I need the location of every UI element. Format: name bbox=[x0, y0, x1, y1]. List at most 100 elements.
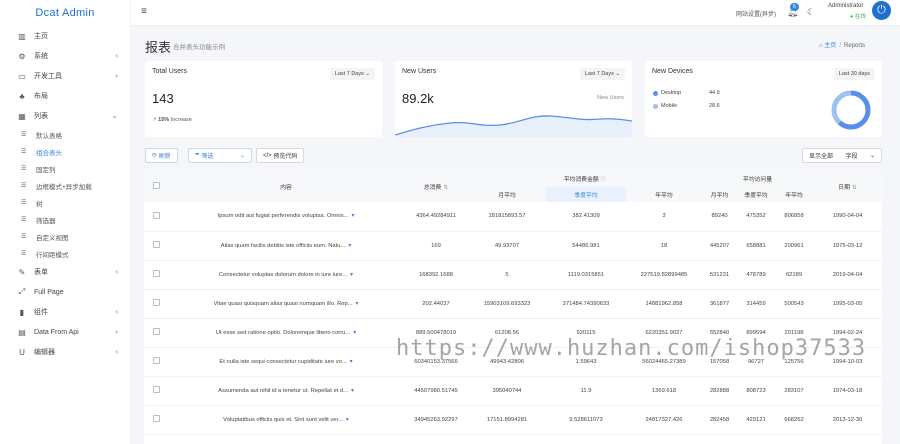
column-selector[interactable]: 显示全部 字段 ⌄ bbox=[802, 148, 882, 163]
cell-q: 382.41309 bbox=[546, 202, 626, 232]
cell-content: Vitae quasi quisquam alias quasi numquam… bbox=[168, 289, 404, 319]
sidebar-item-label: 主页 bbox=[34, 33, 48, 40]
sidebar-item[interactable]: ▦ 列表 ⌄ bbox=[0, 106, 130, 126]
avatar[interactable]: ⏻ bbox=[872, 1, 891, 20]
select-all-checkbox[interactable] bbox=[152, 181, 160, 189]
sidebar-item[interactable]: ♣ 布局 bbox=[0, 86, 130, 106]
expand-icon[interactable]: ▾ bbox=[350, 359, 353, 365]
menu-toggle-icon[interactable]: ≡ bbox=[141, 6, 147, 17]
range-dropdown[interactable]: Last 7 Days ⌄ bbox=[579, 68, 625, 80]
cell-m: 8 bbox=[468, 434, 546, 444]
row-checkbox[interactable] bbox=[152, 415, 160, 422]
table-row[interactable]: Et nulla iste sequi consectetur cupidita… bbox=[144, 347, 882, 377]
expand-icon[interactable]: ▾ bbox=[356, 301, 359, 307]
table-row[interactable]: Ut esse sed ratione optio. Doloremque li… bbox=[144, 318, 882, 348]
sidebar-item[interactable]: U 编辑器 ‹ bbox=[0, 342, 130, 362]
cell-m: 49943.42806 bbox=[468, 347, 546, 377]
refresh-button[interactable]: ⟳ 刷新 bbox=[145, 148, 178, 163]
sort-icon[interactable]: ⇅ bbox=[852, 185, 857, 191]
sidebar-item[interactable]: ⚙ 系统 ‹ bbox=[0, 46, 130, 66]
cell-date: 1995-03-05 bbox=[813, 289, 882, 319]
cell-total: 889.500478019 bbox=[404, 318, 468, 348]
desktop-dot-icon bbox=[653, 90, 658, 96]
chevron-icon: ‹ bbox=[115, 327, 118, 336]
col-avg-month: 月平均 bbox=[468, 187, 546, 202]
table-row[interactable]: Ipsum odit aut fugiat perferendis volupt… bbox=[144, 202, 882, 232]
row-checkbox[interactable] bbox=[152, 270, 160, 277]
cell-vy: 283107 bbox=[775, 376, 814, 406]
cell-q: 54486.981 bbox=[546, 231, 626, 261]
sidebar-item[interactable]: ▥ 主页 bbox=[0, 26, 130, 46]
card-value: 89.2k bbox=[402, 91, 434, 106]
sidebar-subitem[interactable]: ☰ 默认表格 bbox=[0, 126, 130, 143]
brand-logo[interactable]: Dcat Admin bbox=[0, 0, 130, 26]
row-checkbox[interactable] bbox=[152, 357, 160, 364]
row-checkbox[interactable] bbox=[152, 211, 160, 219]
range-dropdown[interactable]: Last 7 Days ⌄ bbox=[329, 68, 375, 80]
sidebar-subitem[interactable]: ☰ 行间距模式 bbox=[0, 245, 130, 262]
cell-y: 3 bbox=[626, 202, 702, 232]
range-label[interactable]: Last 30 days bbox=[833, 68, 875, 80]
sidebar-item[interactable]: ▭ 开发工具 ‹ bbox=[0, 66, 130, 86]
select-all-cell bbox=[144, 170, 168, 202]
cell-y: 227519.82899485 bbox=[626, 260, 702, 290]
editor-icon: U bbox=[19, 347, 25, 357]
filter-icon: ⏷ bbox=[195, 152, 200, 158]
col-date[interactable]: 日期 ⇅ bbox=[813, 170, 882, 202]
expand-icon[interactable]: ▾ bbox=[348, 243, 351, 249]
cell-vy: 62189 bbox=[775, 260, 814, 290]
sidebar-item[interactable]: ▮ 组件 ‹ bbox=[0, 302, 130, 322]
expand-icon[interactable]: ▾ bbox=[350, 272, 353, 278]
row-checkbox[interactable] bbox=[152, 299, 160, 306]
page-subtitle: 合并表头功能示例 bbox=[173, 44, 225, 51]
expand-icon[interactable]: ▾ bbox=[351, 213, 354, 219]
table-row[interactable]: Nesciunt ut dolores est. Quo aut ut adip… bbox=[144, 434, 882, 444]
cell-q: 371484.74390633 bbox=[546, 289, 626, 319]
sidebar-item-label: 系统 bbox=[34, 53, 48, 60]
expand-icon[interactable]: ▾ bbox=[346, 417, 349, 423]
help-icon[interactable]: ⓘ bbox=[600, 177, 606, 183]
chevron-icon: ‹ bbox=[115, 347, 118, 356]
sidebar-subitem[interactable]: ☰ 自定义视图 bbox=[0, 228, 130, 245]
gear-icon: ⚙ bbox=[18, 51, 26, 61]
cell-date: 2013-12-30 bbox=[813, 405, 882, 435]
user-name[interactable]: Administrator bbox=[828, 3, 863, 9]
cell-m: 17151.8994281 bbox=[468, 405, 546, 435]
keyboard-icon: ▭ bbox=[18, 71, 26, 81]
sidebar-subitem[interactable]: ☰ 固定列 bbox=[0, 160, 130, 177]
sidebar-item[interactable]: ⤢ Full Page bbox=[0, 282, 130, 302]
table-row[interactable]: Vitae quasi quisquam alias quasi numquam… bbox=[144, 289, 882, 319]
filter-button[interactable]: ⏷ 筛选 ⌄ bbox=[188, 148, 252, 163]
sidebar-subitem[interactable]: ☰ 边框模式+异步加载 bbox=[0, 177, 130, 194]
col-content: 内容 bbox=[168, 170, 404, 202]
sort-icon[interactable]: ⇅ bbox=[443, 185, 448, 191]
col-total[interactable]: 总消费 ⇅ bbox=[404, 170, 468, 202]
sidebar-subitem[interactable]: ☰ 筛选器 bbox=[0, 211, 130, 228]
cell-y: 14881962.858 bbox=[626, 289, 702, 319]
expand-icon[interactable]: ▾ bbox=[351, 388, 354, 394]
site-settings-link[interactable]: 网站设置(异步) bbox=[736, 9, 776, 18]
cell-vq: 808723 bbox=[737, 376, 775, 406]
sidebar-subitem[interactable]: ☰ 组合表头 bbox=[0, 143, 130, 160]
fullpage-icon: ⤢ bbox=[18, 287, 26, 296]
table-row[interactable]: Voluptatibus officiis quis et. Sint sunt… bbox=[144, 405, 882, 435]
row-checkbox[interactable] bbox=[152, 241, 160, 248]
row-checkbox[interactable] bbox=[152, 386, 160, 393]
cell-content: Assumenda aut nihil id a tenetur ut. Rep… bbox=[168, 376, 404, 406]
table-row[interactable]: Assumenda aut nihil id a tenetur ut. Rep… bbox=[144, 376, 882, 406]
sidebar-item[interactable]: ▤ Data From Api ‹ bbox=[0, 322, 130, 342]
trend-up-icon: ↗ bbox=[152, 117, 157, 123]
breadcrumb-home[interactable]: 主页 bbox=[824, 43, 836, 49]
sidebar-item-label: 布局 bbox=[34, 93, 48, 100]
sidebar-item[interactable]: ✎ 表单 ‹ bbox=[0, 262, 130, 282]
table-row[interactable]: Consectetur voluptas dolorum dolore in i… bbox=[144, 260, 882, 290]
expand-icon[interactable]: ▾ bbox=[353, 330, 356, 336]
cell-vq: 33012 bbox=[737, 434, 775, 444]
dark-mode-icon[interactable]: ☾ bbox=[807, 7, 815, 18]
list-bullet-icon: ☰ bbox=[21, 200, 27, 206]
form-icon: ✎ bbox=[18, 267, 26, 277]
row-checkbox[interactable] bbox=[152, 328, 160, 335]
table-row[interactable]: Alias quam facilis debitis iste officiis… bbox=[144, 231, 882, 261]
sidebar-subitem[interactable]: ☰ 树 bbox=[0, 194, 130, 211]
preview-code-button[interactable]: </> 预览代码 bbox=[256, 148, 305, 163]
